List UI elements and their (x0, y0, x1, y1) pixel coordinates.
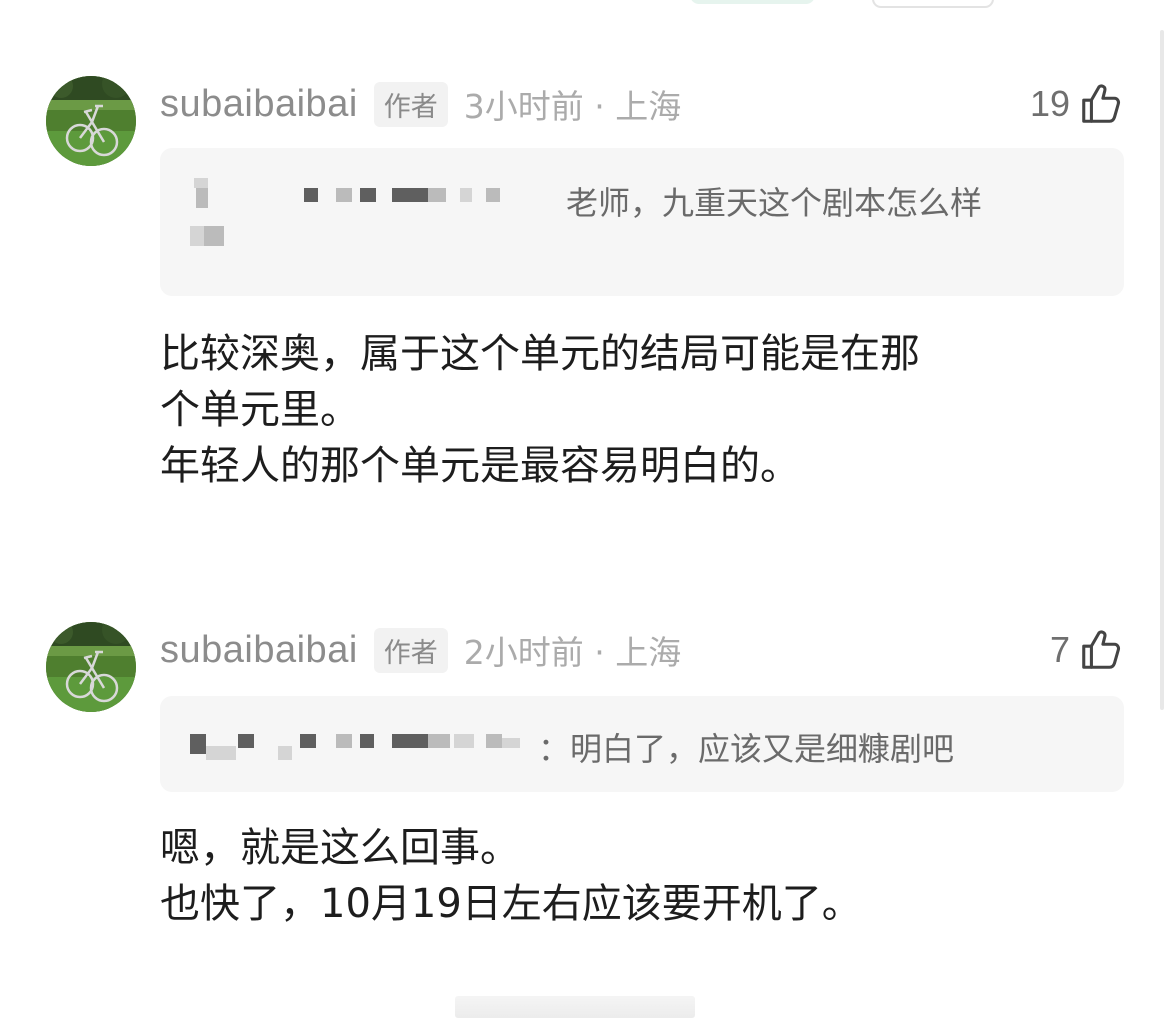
reply-line: 也快了，10月19日左右应该要开机了。 (160, 881, 862, 927)
obscured-username (486, 188, 500, 202)
author-badge: 作者 (373, 627, 448, 673)
obscured-username (392, 188, 428, 202)
username[interactable]: subaibaibai (160, 629, 358, 672)
reply-line: 个单元里。 (160, 387, 360, 433)
obscured-username (190, 226, 204, 246)
thumbs-up-icon (1082, 84, 1121, 123)
timestamp-location: 3小时前 · 上海 (463, 87, 682, 126)
obscured-username (428, 188, 446, 202)
reply-text: 比较深奥，属于这个单元的结局可能是在那 个单元里。 年轻人的那个单元是最容易明白… (160, 326, 1110, 494)
reply-line: 嗯，就是这么回事。 (160, 825, 520, 871)
like-button[interactable]: 19 (1030, 80, 1124, 128)
obscured-username (336, 734, 352, 748)
avatar[interactable] (46, 622, 136, 712)
quoted-text: ：明白了，应该又是细糠剧吧 (538, 730, 955, 768)
reply-line: 比较深奥，属于这个单元的结局可能是在那 (160, 331, 920, 377)
obscured-username (194, 178, 208, 188)
comment-item: subaibaibai 作者 2小时前 · 上海 7 ：明白了，应该又是细糠剧吧… (0, 618, 1170, 958)
like-count: 19 (1029, 83, 1070, 124)
comment-meta: subaibaibai 作者 3小时前 · 上海 (160, 80, 681, 128)
quoted-text: 老师，九重天这个剧本怎么样 (566, 184, 983, 222)
author-badge: 作者 (373, 81, 448, 127)
obscured-username (278, 746, 292, 760)
obscured-username (206, 746, 236, 760)
bicycle-photo (46, 76, 136, 166)
thumbs-up-icon (1082, 630, 1121, 669)
obscured-username (454, 734, 474, 748)
avatar[interactable] (46, 76, 136, 166)
obscured-username (360, 734, 374, 748)
top-button-outline[interactable] (872, 0, 994, 8)
obscured-username (196, 188, 208, 208)
obscured-username (204, 226, 224, 246)
obscured-username (460, 188, 472, 202)
quoted-comment[interactable]: 老师，九重天这个剧本怎么样 (160, 148, 1124, 296)
like-button[interactable]: 7 (1050, 626, 1124, 674)
obscured-username (300, 734, 316, 748)
obscured-username (392, 734, 428, 748)
obscured-username (336, 188, 352, 202)
obscured-username (502, 738, 520, 748)
like-count: 7 (1049, 629, 1070, 670)
top-tab-indicator (690, 0, 815, 4)
obscured-username (238, 734, 254, 748)
obscured-username (190, 734, 206, 754)
obscured-username (304, 188, 318, 202)
quoted-comment[interactable]: ：明白了，应该又是细糠剧吧 (160, 696, 1124, 792)
comment-meta: subaibaibai 作者 2小时前 · 上海 (160, 626, 681, 674)
reply-line: 年轻人的那个单元是最容易明白的。 (160, 443, 800, 489)
obscured-username (360, 188, 376, 202)
reply-text: 嗯，就是这么回事。 也快了，10月19日左右应该要开机了。 (160, 820, 1110, 932)
watermark-strip (455, 996, 695, 1018)
timestamp-location: 2小时前 · 上海 (463, 633, 682, 672)
username[interactable]: subaibaibai (160, 83, 358, 126)
obscured-username (428, 734, 450, 748)
obscured-username (486, 734, 502, 748)
bicycle-photo (46, 622, 136, 712)
comment-item: subaibaibai 作者 3小时前 · 上海 19 老师，九重天这个剧本怎么… (0, 72, 1170, 542)
